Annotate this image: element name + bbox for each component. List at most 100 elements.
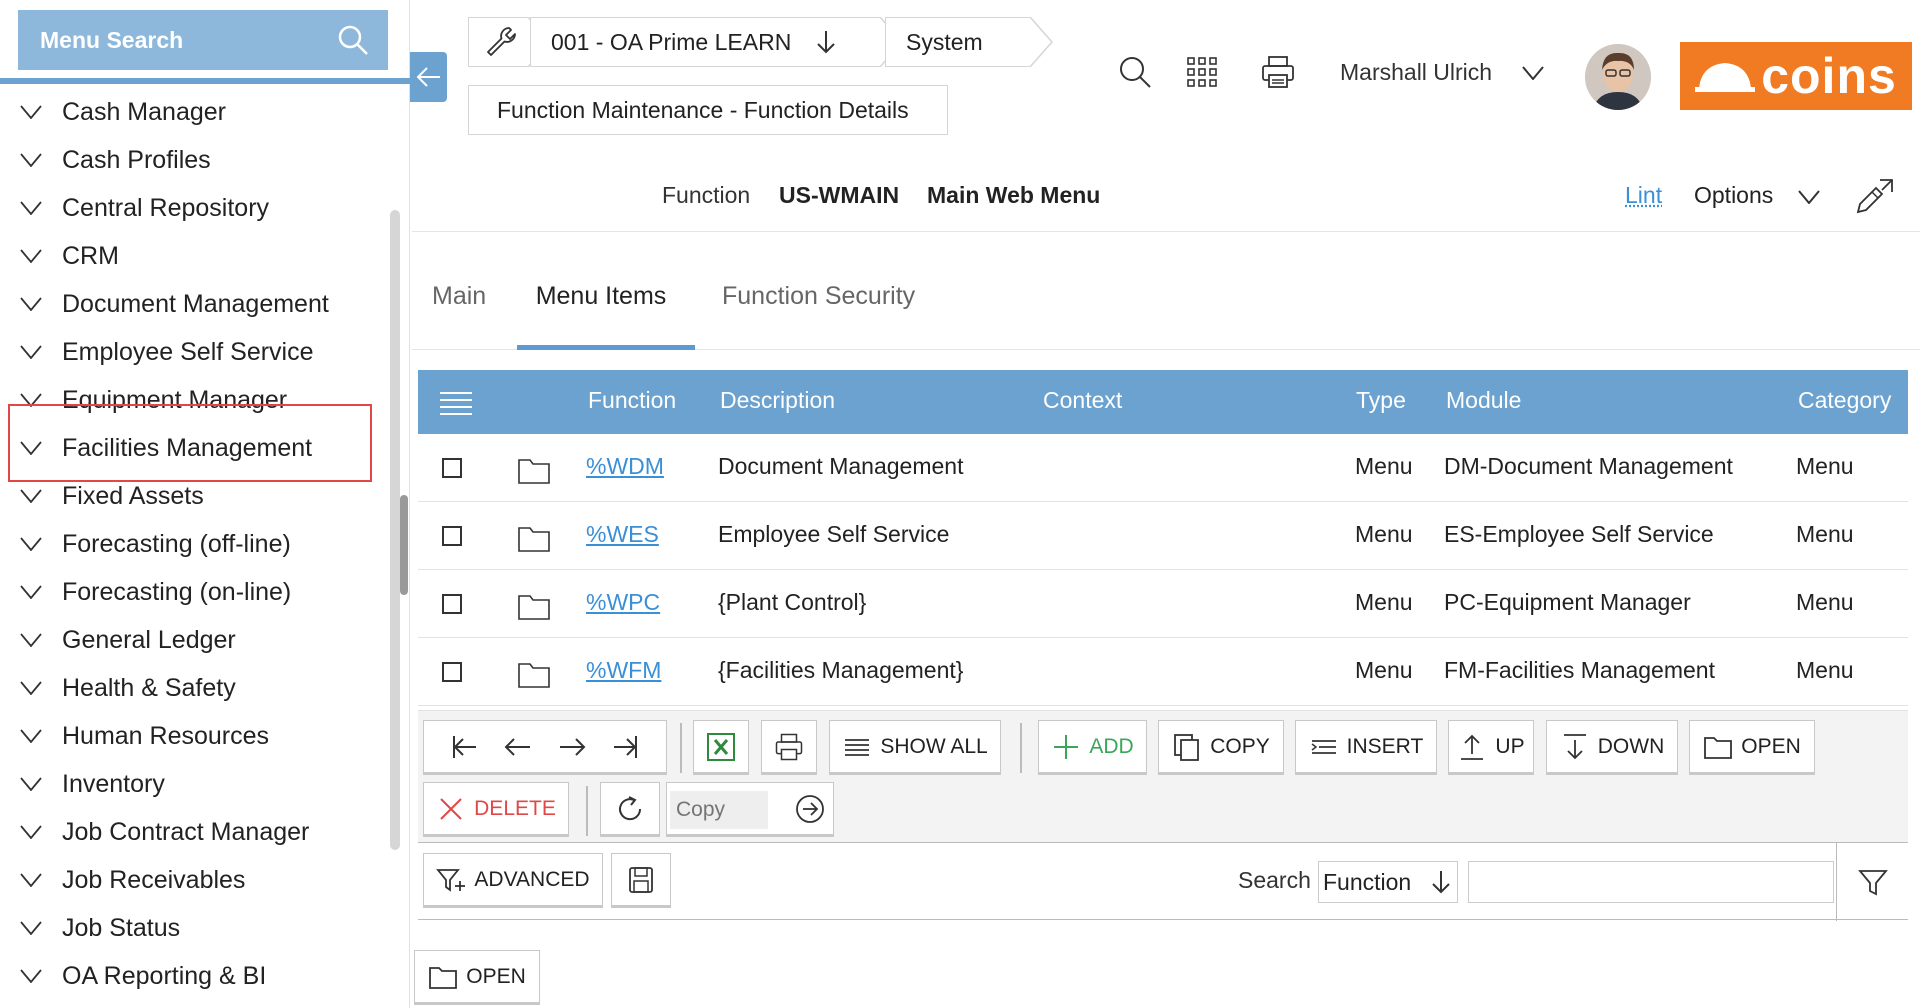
search-field-select[interactable]: Function bbox=[1318, 861, 1458, 903]
sidebar-item[interactable]: Inventory bbox=[0, 760, 395, 808]
sidebar-scrollbar[interactable] bbox=[390, 210, 400, 850]
sidebar-item-label: Equipment Manager bbox=[62, 385, 288, 414]
wrench-icon bbox=[487, 27, 516, 56]
edit-external-icon[interactable] bbox=[1852, 174, 1896, 218]
row-checkbox[interactable] bbox=[442, 662, 462, 682]
apps-grid-button[interactable] bbox=[1182, 52, 1222, 92]
table-row[interactable]: %WDM Document Management Menu DM-Document M… bbox=[418, 434, 1908, 502]
sidebar-item[interactable]: Central Repository bbox=[0, 184, 395, 232]
company-selector[interactable]: 001 - OA Prime LEARN bbox=[530, 17, 880, 67]
row-checkbox[interactable] bbox=[442, 594, 462, 614]
table-row[interactable]: %WPC {Plant Control} Menu PC-Equipment Mana… bbox=[418, 570, 1908, 638]
tab-function-security[interactable]: Function Security bbox=[722, 282, 915, 350]
sidebar-item[interactable]: Health & Safety bbox=[0, 664, 395, 712]
column-header-function[interactable]: Function bbox=[588, 387, 676, 414]
sidebar-item[interactable]: Job Contract Manager bbox=[0, 808, 395, 856]
lint-link[interactable]: Lint bbox=[1625, 182, 1662, 209]
options-menu[interactable]: Options bbox=[1694, 182, 1773, 209]
hardhat-icon bbox=[1695, 63, 1756, 92]
folder-icon[interactable] bbox=[518, 524, 550, 552]
folder-icon bbox=[1704, 736, 1733, 759]
sidebar-scrollbar-thumb[interactable] bbox=[400, 495, 408, 595]
bottom-open-button[interactable]: OPEN bbox=[414, 950, 540, 1005]
add-button[interactable]: ADD bbox=[1038, 720, 1147, 775]
sidebar-item[interactable]: Fixed Assets bbox=[0, 472, 395, 520]
sidebar-item[interactable]: Job Receivables bbox=[0, 856, 395, 904]
delete-button[interactable]: DELETE bbox=[423, 782, 569, 837]
row-checkbox[interactable] bbox=[442, 526, 462, 546]
sidebar-item[interactable]: Facilities Management bbox=[0, 424, 395, 472]
insert-label: INSERT bbox=[1346, 734, 1424, 758]
move-down-button[interactable]: DOWN bbox=[1546, 720, 1678, 775]
insert-button[interactable]: INSERT bbox=[1295, 720, 1437, 775]
print-button[interactable] bbox=[1258, 52, 1298, 92]
sidebar-item[interactable]: CRM bbox=[0, 232, 395, 280]
copy-button[interactable]: COPY bbox=[1158, 720, 1284, 775]
export-excel-button[interactable] bbox=[693, 720, 749, 775]
row-function-link[interactable]: %WFM bbox=[586, 657, 661, 684]
sidebar-divider bbox=[0, 78, 410, 84]
sidebar-collapse-button[interactable] bbox=[410, 52, 447, 102]
page-breadcrumb[interactable]: Function Maintenance - Function Details bbox=[468, 85, 948, 135]
global-search-button[interactable] bbox=[1115, 52, 1155, 92]
arrow-circle-right-icon[interactable] bbox=[795, 794, 825, 824]
tab-menu-items-label: Menu Items bbox=[535, 282, 667, 310]
column-menu-icon[interactable] bbox=[438, 390, 474, 416]
search-icon[interactable] bbox=[336, 23, 370, 57]
sidebar-item[interactable]: Forecasting (on-line) bbox=[0, 568, 395, 616]
sidebar-item[interactable]: Forecasting (off-line) bbox=[0, 520, 395, 568]
table-row[interactable]: %WES Employee Self Service Menu ES-Employee… bbox=[418, 502, 1908, 570]
move-up-button[interactable]: UP bbox=[1448, 720, 1534, 775]
chevron-down-icon[interactable] bbox=[1798, 190, 1820, 204]
row-module: DM-Document Management bbox=[1444, 453, 1733, 479]
column-header-module[interactable]: Module bbox=[1446, 387, 1521, 414]
sidebar-item[interactable]: Document Management bbox=[0, 280, 395, 328]
sidebar-item[interactable]: Human Resources bbox=[0, 712, 395, 760]
search-input[interactable] bbox=[1468, 861, 1834, 903]
row-function-link[interactable]: %WDM bbox=[586, 453, 664, 480]
table-row[interactable]: %WFM {Facilities Management} Menu FM-Facili… bbox=[418, 638, 1908, 706]
brand-logo: coins bbox=[1680, 42, 1912, 110]
sidebar-item[interactable]: General Ledger bbox=[0, 616, 395, 664]
sidebar-item[interactable]: Cash Manager bbox=[0, 88, 395, 136]
tab-main[interactable]: Main bbox=[432, 282, 486, 350]
tab-menu-items[interactable]: Menu Items bbox=[517, 282, 695, 350]
menu-search-bar[interactable]: Menu Search bbox=[18, 10, 388, 70]
sidebar-item-label: OA Reporting & BI bbox=[62, 961, 267, 990]
tools-breadcrumb[interactable] bbox=[468, 17, 528, 67]
column-header-type[interactable]: Type bbox=[1356, 387, 1406, 414]
system-breadcrumb[interactable]: System bbox=[885, 17, 1030, 67]
sidebar-item[interactable]: Cash Profiles bbox=[0, 136, 395, 184]
search-bar: ADVANCED Search Function bbox=[418, 842, 1908, 921]
column-header-description[interactable]: Description bbox=[720, 387, 835, 414]
avatar[interactable] bbox=[1585, 44, 1651, 110]
print-grid-button[interactable] bbox=[761, 720, 817, 775]
sidebar-item[interactable]: Employee Self Service bbox=[0, 328, 395, 376]
sidebar-item[interactable]: Job Status bbox=[0, 904, 395, 952]
row-checkbox[interactable] bbox=[442, 458, 462, 478]
row-function-link[interactable]: %WPC bbox=[586, 589, 660, 616]
row-description: {Plant Control} bbox=[718, 589, 867, 615]
row-function-link[interactable]: %WES bbox=[586, 521, 659, 548]
next-record-icon[interactable] bbox=[557, 732, 587, 762]
save-filter-button[interactable] bbox=[611, 853, 671, 908]
chevron-down-icon[interactable] bbox=[1522, 66, 1544, 80]
previous-record-icon[interactable] bbox=[503, 732, 533, 762]
advanced-filter-button[interactable]: ADVANCED bbox=[423, 853, 603, 908]
column-header-context[interactable]: Context bbox=[1043, 387, 1122, 414]
folder-icon[interactable] bbox=[518, 456, 550, 484]
sidebar-item[interactable]: Equipment Manager bbox=[0, 376, 395, 424]
open-button[interactable]: OPEN bbox=[1689, 720, 1815, 775]
folder-icon[interactable] bbox=[518, 660, 550, 688]
sidebar-item[interactable]: OA Reporting & BI bbox=[0, 952, 395, 1000]
column-header-category[interactable]: Category bbox=[1798, 387, 1891, 414]
folder-icon[interactable] bbox=[518, 592, 550, 620]
last-record-icon[interactable] bbox=[611, 732, 641, 762]
copy-to-input[interactable] bbox=[670, 791, 768, 829]
first-record-icon[interactable] bbox=[449, 732, 479, 762]
user-name[interactable]: Marshall Ulrich bbox=[1340, 59, 1492, 86]
apply-filter-button[interactable] bbox=[1836, 843, 1908, 921]
refresh-button[interactable] bbox=[600, 782, 660, 837]
search-field-value: Function bbox=[1323, 868, 1412, 895]
show-all-button[interactable]: SHOW ALL bbox=[829, 720, 1001, 775]
